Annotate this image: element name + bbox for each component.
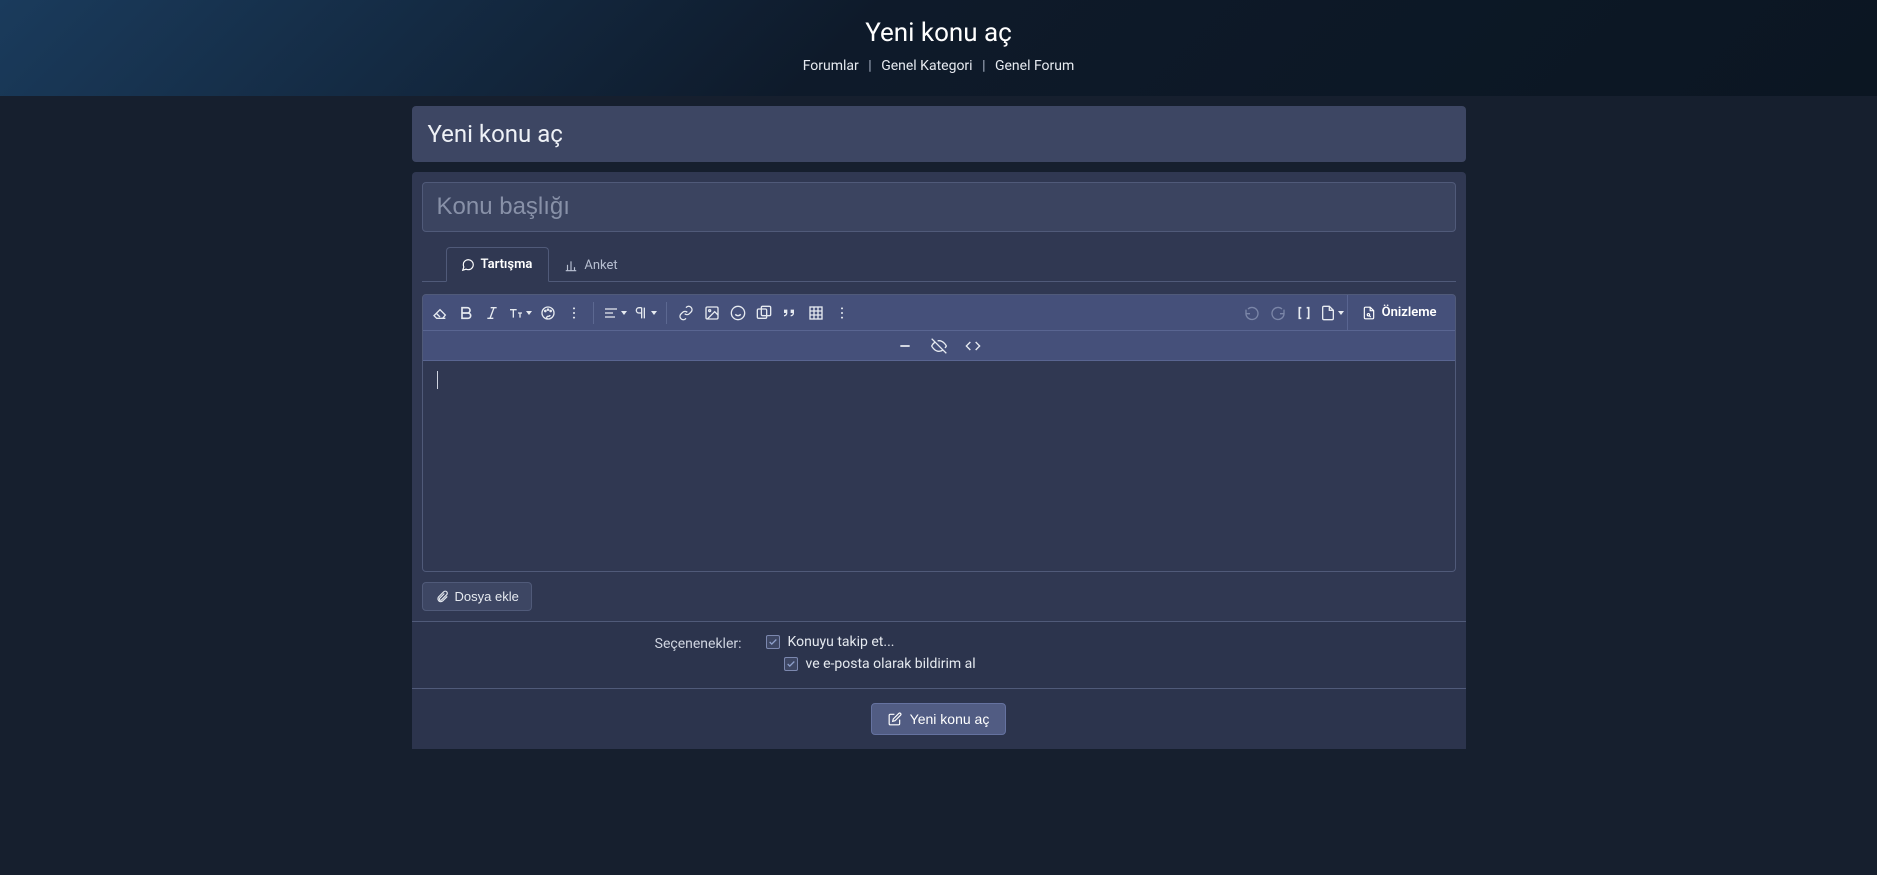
- bold-icon: [458, 305, 474, 321]
- link-button[interactable]: [673, 299, 699, 327]
- table-button[interactable]: [803, 299, 829, 327]
- submit-button[interactable]: Yeni konu aç: [871, 703, 1007, 735]
- preview-label: Önizleme: [1382, 305, 1437, 320]
- palette-button[interactable]: [535, 299, 561, 327]
- minus-icon: [897, 338, 913, 354]
- media-button[interactable]: [751, 299, 777, 327]
- more-button-2[interactable]: [829, 299, 855, 327]
- toolbar-separator: [593, 302, 594, 324]
- checkbox-input[interactable]: [766, 635, 780, 649]
- checkbox-follow[interactable]: Konuyu takip et...: [766, 634, 1446, 650]
- paperclip-icon: [435, 590, 449, 604]
- eyeoff-icon: [931, 338, 947, 354]
- editor: Önizleme: [422, 294, 1456, 572]
- align-icon: [603, 305, 619, 321]
- panel-title: Yeni konu aç: [428, 120, 1450, 148]
- thread-title-input[interactable]: [422, 182, 1456, 232]
- brackets-icon: [1296, 305, 1312, 321]
- quote-button[interactable]: [777, 299, 803, 327]
- panel-header: Yeni konu aç: [412, 106, 1466, 162]
- paragraph-icon: [633, 305, 649, 321]
- paragraph-button[interactable]: [630, 299, 660, 327]
- redo-button[interactable]: [1265, 299, 1291, 327]
- code-icon: [965, 338, 981, 354]
- tab-label: Anket: [584, 258, 617, 273]
- edit-icon: [888, 712, 902, 726]
- bold-button[interactable]: [453, 299, 479, 327]
- comments-icon: [461, 258, 475, 272]
- page-icon: [1320, 305, 1336, 321]
- link-icon: [678, 305, 694, 321]
- chart-icon: [564, 259, 578, 273]
- bbcode-button[interactable]: [1291, 299, 1317, 327]
- checkbox-label: Konuyu takip et...: [788, 634, 895, 650]
- more-icon: [566, 305, 582, 321]
- collapse-button[interactable]: [892, 334, 918, 358]
- check-icon: [768, 637, 778, 647]
- undo-button[interactable]: [1239, 299, 1265, 327]
- editor-textarea[interactable]: [423, 361, 1455, 571]
- tab-discussion[interactable]: Tartışma: [446, 247, 550, 282]
- undo-icon: [1244, 305, 1260, 321]
- more-icon: [834, 305, 850, 321]
- eraser-button[interactable]: [427, 299, 453, 327]
- italic-icon: [484, 305, 500, 321]
- italic-button[interactable]: [479, 299, 505, 327]
- table-icon: [808, 305, 824, 321]
- breadcrumb-link-1[interactable]: Genel Kategori: [881, 58, 972, 74]
- checkbox-email[interactable]: ve e-posta olarak bildirim al: [784, 656, 1446, 672]
- source-button[interactable]: [960, 334, 986, 358]
- gallery-icon: [756, 305, 772, 321]
- editor-toolbar: Önizleme: [423, 295, 1455, 331]
- breadcrumb-link-2[interactable]: Genel Forum: [995, 58, 1074, 74]
- checkbox-label: ve e-posta olarak bildirim al: [806, 656, 976, 672]
- tabs: Tartışma Anket: [422, 246, 1456, 282]
- preview-button[interactable]: Önizleme: [1347, 295, 1451, 330]
- check-icon: [786, 659, 796, 669]
- emoji-button[interactable]: [725, 299, 751, 327]
- footer-block: Yeni konu aç: [412, 688, 1466, 749]
- options-label: Seçenenekler:: [432, 634, 742, 678]
- smile-icon: [730, 305, 746, 321]
- form-block: Tartışma Anket: [412, 172, 1466, 749]
- attach-label: Dosya ekle: [455, 589, 519, 604]
- tab-poll[interactable]: Anket: [549, 248, 634, 282]
- breadcrumb-separator: |: [982, 58, 985, 74]
- breadcrumb-separator: |: [868, 58, 871, 74]
- tab-label: Tartışma: [481, 257, 533, 272]
- more-button-1[interactable]: [561, 299, 587, 327]
- palette-icon: [540, 305, 556, 321]
- checkbox-input[interactable]: [784, 657, 798, 671]
- preview-icon: [1362, 306, 1376, 320]
- redo-icon: [1270, 305, 1286, 321]
- breadcrumb-link-0[interactable]: Forumlar: [803, 58, 859, 74]
- editor-subtoolbar: [423, 331, 1455, 361]
- align-button[interactable]: [600, 299, 630, 327]
- toggle-preview-button[interactable]: [926, 334, 952, 358]
- submit-label: Yeni konu aç: [910, 711, 990, 727]
- image-button[interactable]: [699, 299, 725, 327]
- quote-icon: [782, 305, 798, 321]
- image-icon: [704, 305, 720, 321]
- text-cursor: [437, 371, 438, 389]
- options-block: Seçenenekler: Konuyu takip et... ve e-po…: [412, 621, 1466, 690]
- eraser-icon: [432, 305, 448, 321]
- textsize-icon: [508, 305, 524, 321]
- toolbar-separator: [666, 302, 667, 324]
- textsize-button[interactable]: [505, 299, 535, 327]
- draft-button[interactable]: [1317, 299, 1347, 327]
- breadcrumb: Forumlar | Genel Kategori | Genel Forum: [0, 58, 1877, 74]
- page-title: Yeni konu aç: [0, 18, 1877, 48]
- attach-file-button[interactable]: Dosya ekle: [422, 582, 532, 611]
